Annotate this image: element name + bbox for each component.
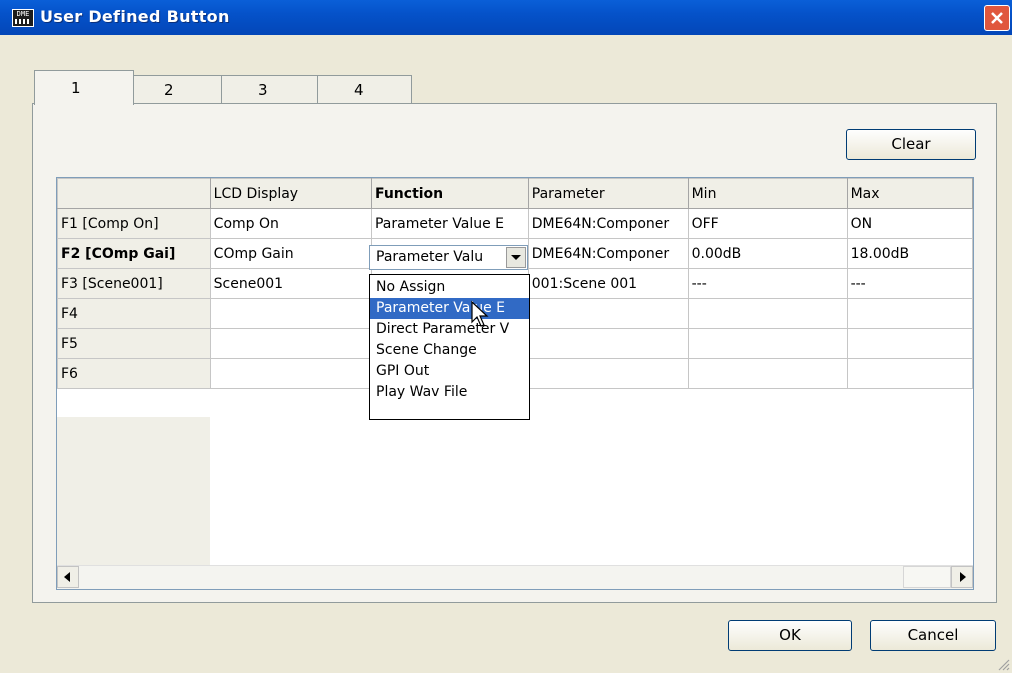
tab-4-label: 4 <box>354 81 364 99</box>
col-header-parameter[interactable]: Parameter <box>527 178 689 209</box>
max-cell[interactable] <box>846 358 973 389</box>
dropdown-option-scene-change[interactable]: Scene Change <box>370 340 529 361</box>
max-cell[interactable] <box>846 298 973 329</box>
ok-button[interactable]: OK <box>728 620 852 651</box>
resize-grip-icon[interactable] <box>996 657 1010 671</box>
function-dropdown-list: No Assign Parameter Value E Direct Param… <box>369 274 530 420</box>
corner-cell <box>57 178 211 209</box>
parameter-cell[interactable] <box>527 358 689 389</box>
tab-1-label: 1 <box>71 79 81 97</box>
horizontal-scrollbar[interactable] <box>57 565 973 589</box>
close-button[interactable] <box>984 5 1010 31</box>
chevron-down-icon <box>511 255 521 260</box>
dropdown-option-gpi-out[interactable]: GPI Out <box>370 361 529 382</box>
cancel-button[interactable]: Cancel <box>870 620 996 651</box>
max-cell[interactable] <box>846 328 973 359</box>
max-cell[interactable]: --- <box>846 268 973 299</box>
min-cell[interactable]: OFF <box>687 208 848 239</box>
grid-header-row: LCD Display Function Parameter Min Max <box>57 178 973 209</box>
tab-3[interactable]: 3 <box>221 75 320 105</box>
tab-4[interactable]: 4 <box>317 75 412 105</box>
parameter-cell[interactable]: 001:Scene 001 <box>527 268 689 299</box>
col-header-max[interactable]: Max <box>846 178 973 209</box>
lcd-cell[interactable] <box>209 358 372 389</box>
row-header-f3[interactable]: F3 [Scene001] <box>57 268 211 299</box>
parameter-cell[interactable] <box>527 298 689 329</box>
lcd-cell[interactable]: Scene001 <box>209 268 372 299</box>
dropdown-option-play-wav[interactable]: Play Wav File <box>370 382 529 403</box>
min-cell[interactable]: 0.00dB <box>687 238 848 269</box>
function-cell[interactable]: Parameter Value E <box>370 208 529 239</box>
min-cell[interactable] <box>687 358 848 389</box>
tab-1[interactable]: 1 <box>34 70 134 105</box>
parameter-cell[interactable]: DME64N:Componer <box>527 238 689 269</box>
row-header-f2[interactable]: F2 [COmp Gai] <box>57 238 211 269</box>
dropdown-option-direct-parameter[interactable]: Direct Parameter V <box>370 319 529 340</box>
scroll-left-button[interactable] <box>57 566 79 588</box>
row-header-f6[interactable]: F6 <box>57 358 211 389</box>
parameter-cell[interactable]: DME64N:Componer <box>527 208 689 239</box>
lcd-cell[interactable]: COmp Gain <box>209 238 372 269</box>
row-header-f1[interactable]: F1 [Comp On] <box>57 208 211 239</box>
clear-button[interactable]: Clear <box>846 129 976 160</box>
lcd-cell[interactable] <box>209 298 372 329</box>
min-cell[interactable]: --- <box>687 268 848 299</box>
min-cell[interactable] <box>687 298 848 329</box>
title-bar: DME User Defined Button <box>0 0 1012 35</box>
lcd-cell[interactable]: Comp On <box>209 208 372 239</box>
scroll-right-button[interactable] <box>951 566 973 588</box>
lcd-cell[interactable] <box>209 328 372 359</box>
col-header-function[interactable]: Function <box>370 178 529 209</box>
dropdown-option-no-assign[interactable]: No Assign <box>370 277 529 298</box>
mouse-cursor-icon <box>471 300 489 327</box>
min-cell[interactable] <box>687 328 848 359</box>
tab-3-label: 3 <box>258 81 268 99</box>
tab-2-label: 2 <box>164 81 174 99</box>
dropdown-arrow-button[interactable] <box>506 247 526 268</box>
dme-app-icon: DME <box>12 9 34 27</box>
table-row: F1 [Comp On] Comp On Parameter Value E D… <box>57 208 973 239</box>
max-cell[interactable]: 18.00dB <box>846 238 973 269</box>
tab-2[interactable]: 2 <box>131 75 224 105</box>
function-dropdown-value: Parameter Valu <box>376 249 484 265</box>
scroll-thumb[interactable] <box>903 566 951 588</box>
col-header-lcd[interactable]: LCD Display <box>209 178 372 209</box>
window-title: User Defined Button <box>40 7 230 26</box>
row-header-area <box>57 417 210 567</box>
arrow-right-icon <box>960 572 966 582</box>
arrow-left-icon <box>64 572 70 582</box>
function-dropdown[interactable]: Parameter Valu <box>369 245 528 270</box>
close-icon <box>991 12 1003 24</box>
row-header-f4[interactable]: F4 <box>57 298 211 329</box>
dropdown-option-parameter-value[interactable]: Parameter Value E <box>370 298 529 319</box>
parameter-cell[interactable] <box>527 328 689 359</box>
max-cell[interactable]: ON <box>846 208 973 239</box>
row-header-f5[interactable]: F5 <box>57 328 211 359</box>
col-header-min[interactable]: Min <box>687 178 848 209</box>
